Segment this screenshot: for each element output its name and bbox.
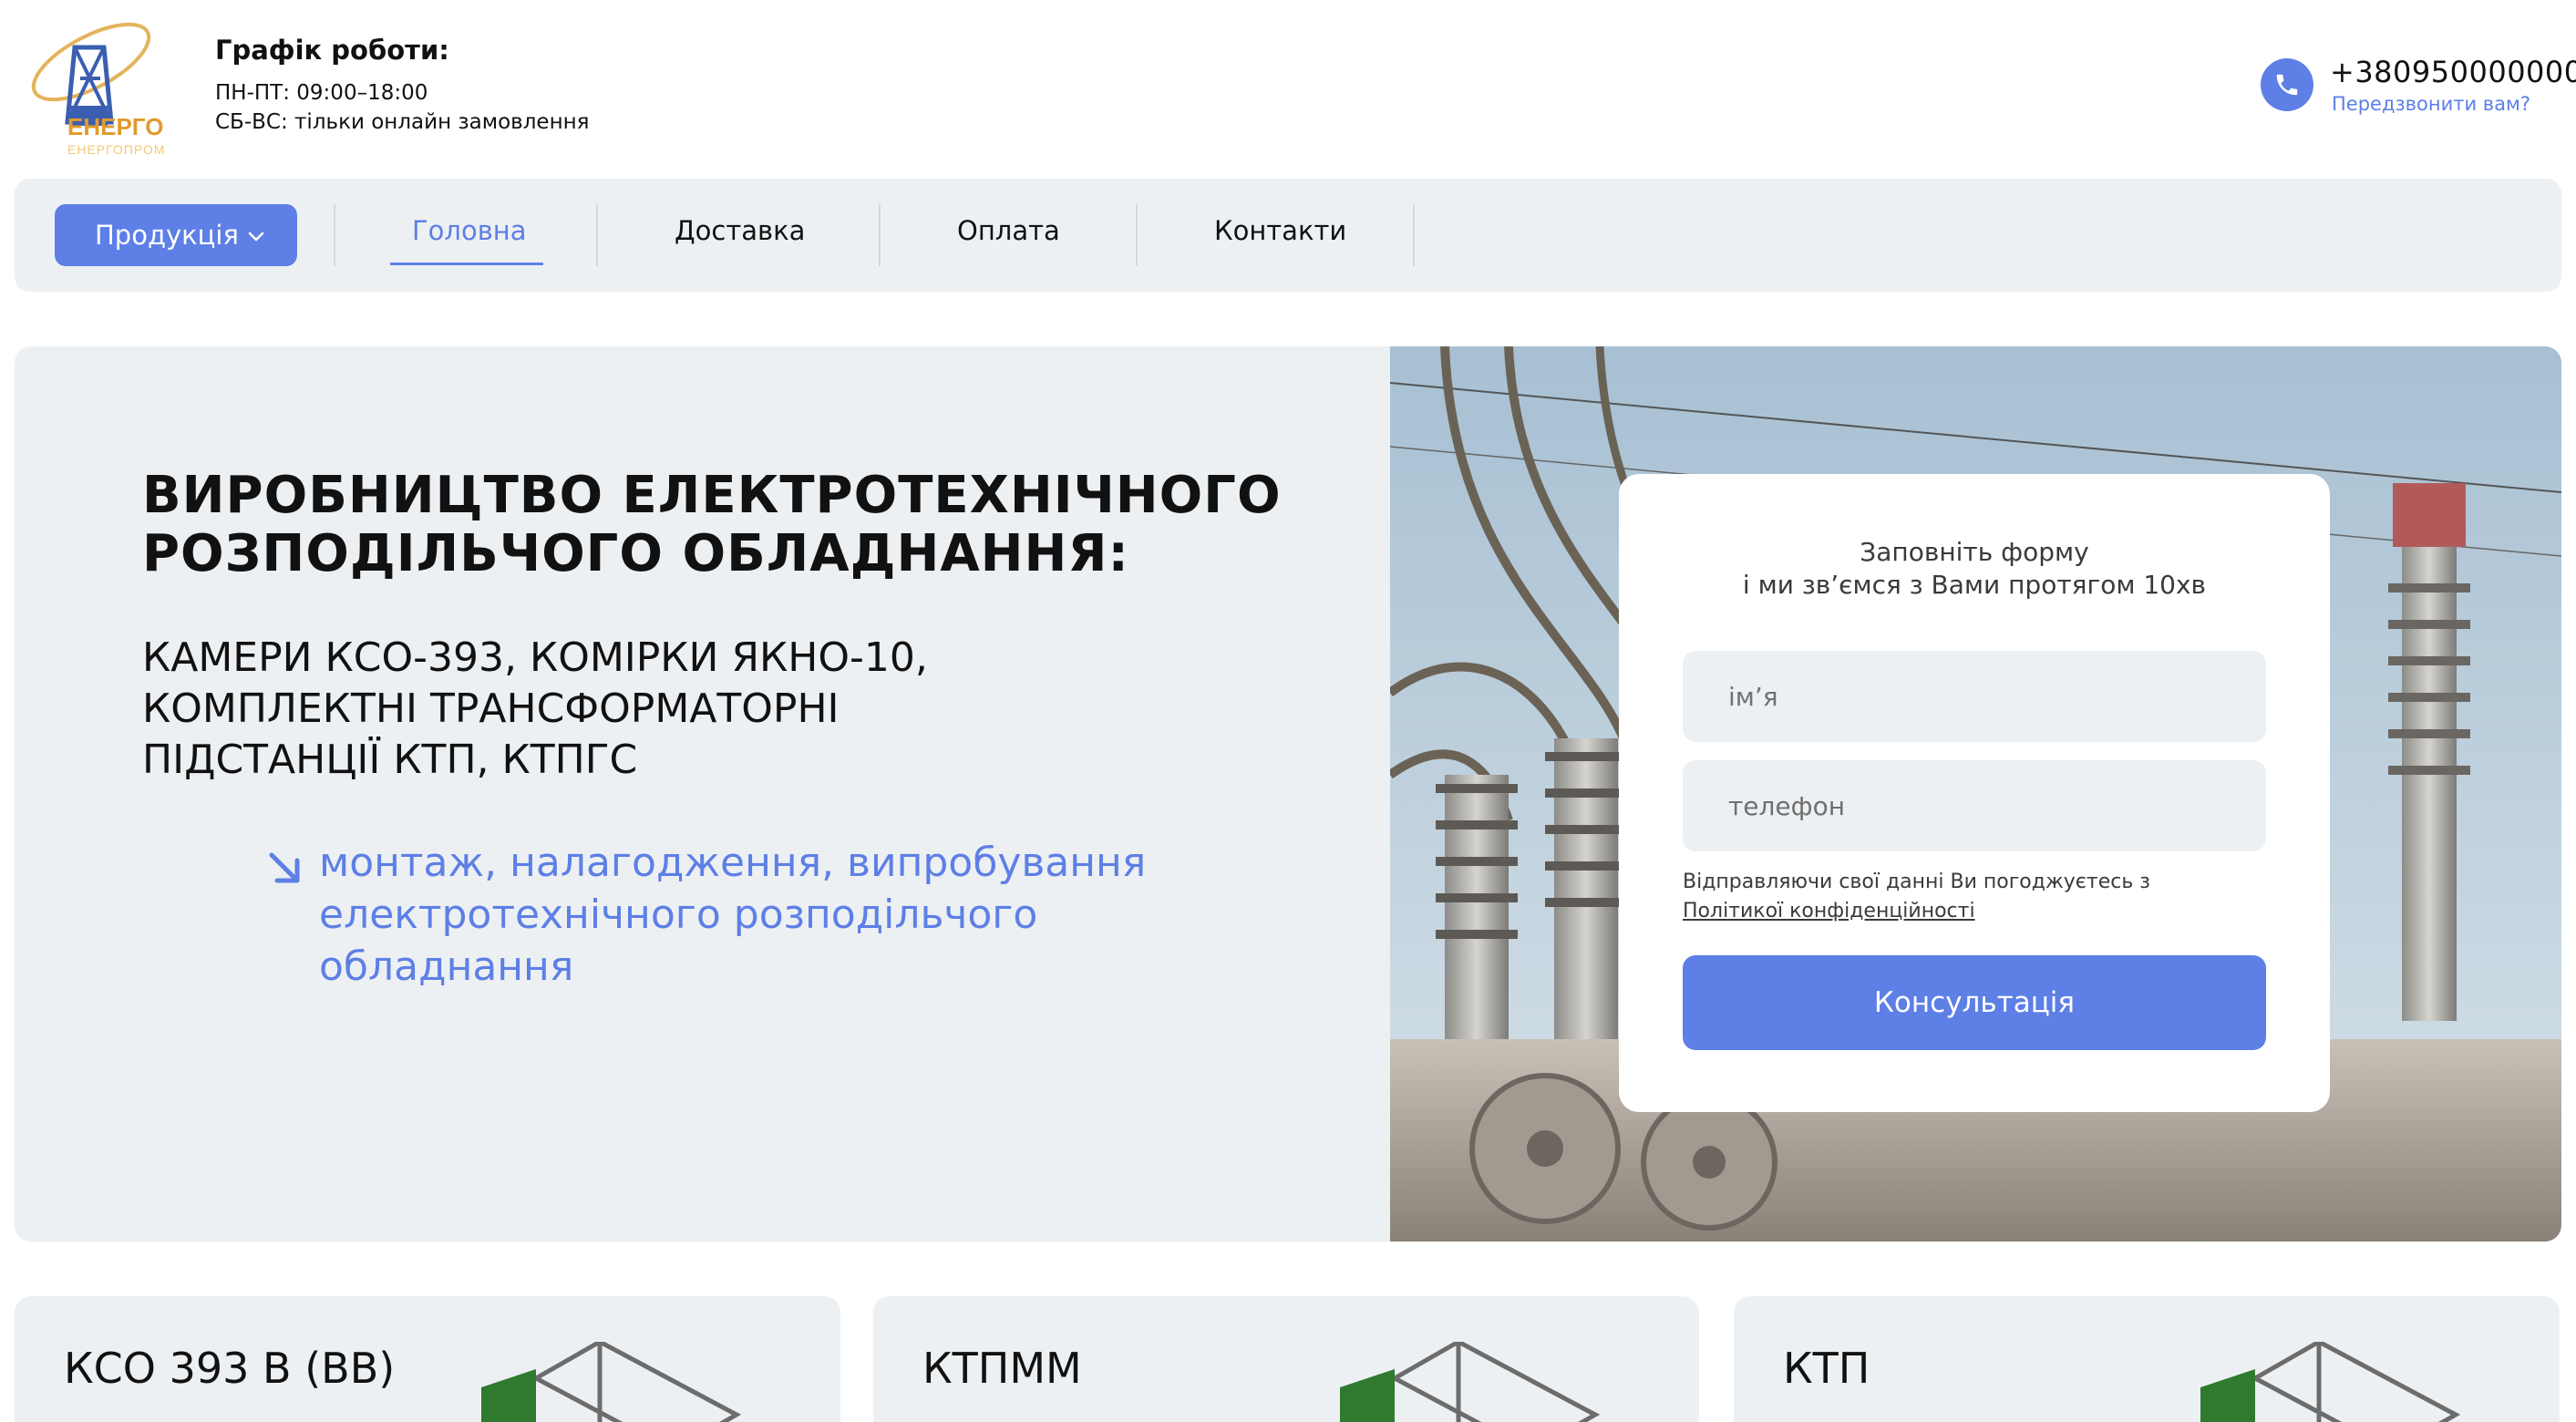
hero-title-line: РОЗПОДІЛЬЧОГО ОБЛАДНАННЯ:: [142, 524, 1129, 583]
product-card-title: КТП: [1783, 1344, 1870, 1393]
callback-link[interactable]: Передзвонити вам?: [2332, 93, 2530, 115]
consent-line: Відправляючи свої данні Ви погоджуєтесь …: [1683, 871, 2150, 893]
company-logo[interactable]: ЕНЕРГО ЕНЕРГОПРОМ: [16, 15, 166, 162]
active-tab-underline: [390, 263, 543, 265]
phone-input[interactable]: [1683, 760, 2266, 851]
hero-service-line: електротехнічного розподільчого: [319, 891, 1038, 938]
hero-service-line: обладнання: [319, 943, 574, 990]
product-card[interactable]: КТП: [1734, 1296, 2560, 1422]
privacy-policy-link[interactable]: Політикої конфіденційності: [1683, 897, 2266, 926]
nav-link-contacts[interactable]: Контакти: [1214, 215, 1346, 246]
phone-glyph-icon: [2276, 74, 2298, 96]
nav-divider: [1413, 204, 1415, 266]
hero-subtitle-line: КОМПЛЕКТНІ ТРАНСФОРМАТОРНІ: [142, 685, 840, 732]
hero-subtitle: КАМЕРИ КСО-393, КОМІРКИ ЯКНО-10, КОМПЛЕК…: [142, 633, 1236, 786]
hero-subtitle-line: ПІДСТАНЦІЇ КТП, КТПГС: [142, 737, 638, 783]
consultation-form: Заповніть форму і ми зв’ємся з Вами прот…: [1619, 474, 2330, 1112]
consultation-submit-button[interactable]: Консультація: [1683, 955, 2266, 1050]
name-input[interactable]: [1683, 651, 2266, 742]
chevron-down-icon: [248, 232, 264, 242]
schedule-title: Графік роботи:: [215, 35, 449, 66]
product-card[interactable]: КТПММ: [873, 1296, 1699, 1422]
hero-service-text: монтаж, налагодження, випробування елект…: [319, 837, 1231, 993]
arrow-down-right-icon: [269, 852, 300, 883]
product-image: [481, 1342, 742, 1422]
nav-link-home[interactable]: Головна: [412, 215, 527, 246]
product-card-title: КСО 393 В (ВВ): [64, 1344, 396, 1393]
logo-subtext: ЕНЕРГОПРОМ: [67, 142, 166, 157]
products-dropdown-button[interactable]: Продукція: [55, 204, 297, 266]
logo-text: ЕНЕРГО: [67, 113, 164, 140]
product-image: [2200, 1342, 2461, 1422]
form-heading: Заповніть форму і ми зв’ємся з Вами прот…: [1619, 536, 2330, 602]
schedule-weekdays: ПН-ПТ: 09:00–18:00: [215, 81, 428, 105]
phone-icon[interactable]: [2261, 58, 2313, 111]
nav-divider: [334, 204, 335, 266]
hero-title: ВИРОБНИЦТВО ЕЛЕКТРОТЕХНІЧНОГО РОЗПОДІЛЬЧ…: [142, 467, 1327, 583]
nav-divider: [879, 204, 881, 266]
work-schedule: Графік роботи: ПН-ПТ: 09:00–18:00 СБ-ВС:…: [215, 35, 590, 137]
nav-divider: [1136, 204, 1138, 266]
phone-number[interactable]: +380950000000: [2330, 55, 2576, 89]
form-heading-line: і ми зв’ємся з Вами протягом 10хв: [1742, 570, 2207, 600]
hero-subtitle-line: КАМЕРИ КСО-393, КОМІРКИ ЯКНО-10,: [142, 634, 928, 681]
schedule-weekend: СБ-ВС: тільки онлайн замовлення: [215, 110, 590, 134]
form-heading-line: Заповніть форму: [1860, 537, 2089, 567]
hero-service-line: монтаж, налагодження, випробування: [319, 840, 1147, 886]
products-button-label: Продукція: [95, 220, 239, 251]
main-nav: Продукція Головна Доставка Оплата Контак…: [15, 179, 2561, 292]
product-image: [1340, 1342, 1601, 1422]
hero-title-line: ВИРОБНИЦТВО ЕЛЕКТРОТЕХНІЧНОГО: [142, 466, 1282, 525]
nav-divider: [596, 204, 598, 266]
product-card[interactable]: КСО 393 В (ВВ): [15, 1296, 840, 1422]
hero-section: ВИРОБНИЦТВО ЕЛЕКТРОТЕХНІЧНОГО РОЗПОДІЛЬЧ…: [15, 346, 2561, 1242]
nav-link-payment[interactable]: Оплата: [957, 215, 1060, 246]
nav-link-delivery[interactable]: Доставка: [675, 215, 805, 246]
consent-text: Відправляючи свої данні Ви погоджуєтесь …: [1683, 868, 2266, 926]
product-card-title: КТПММ: [922, 1344, 1082, 1393]
